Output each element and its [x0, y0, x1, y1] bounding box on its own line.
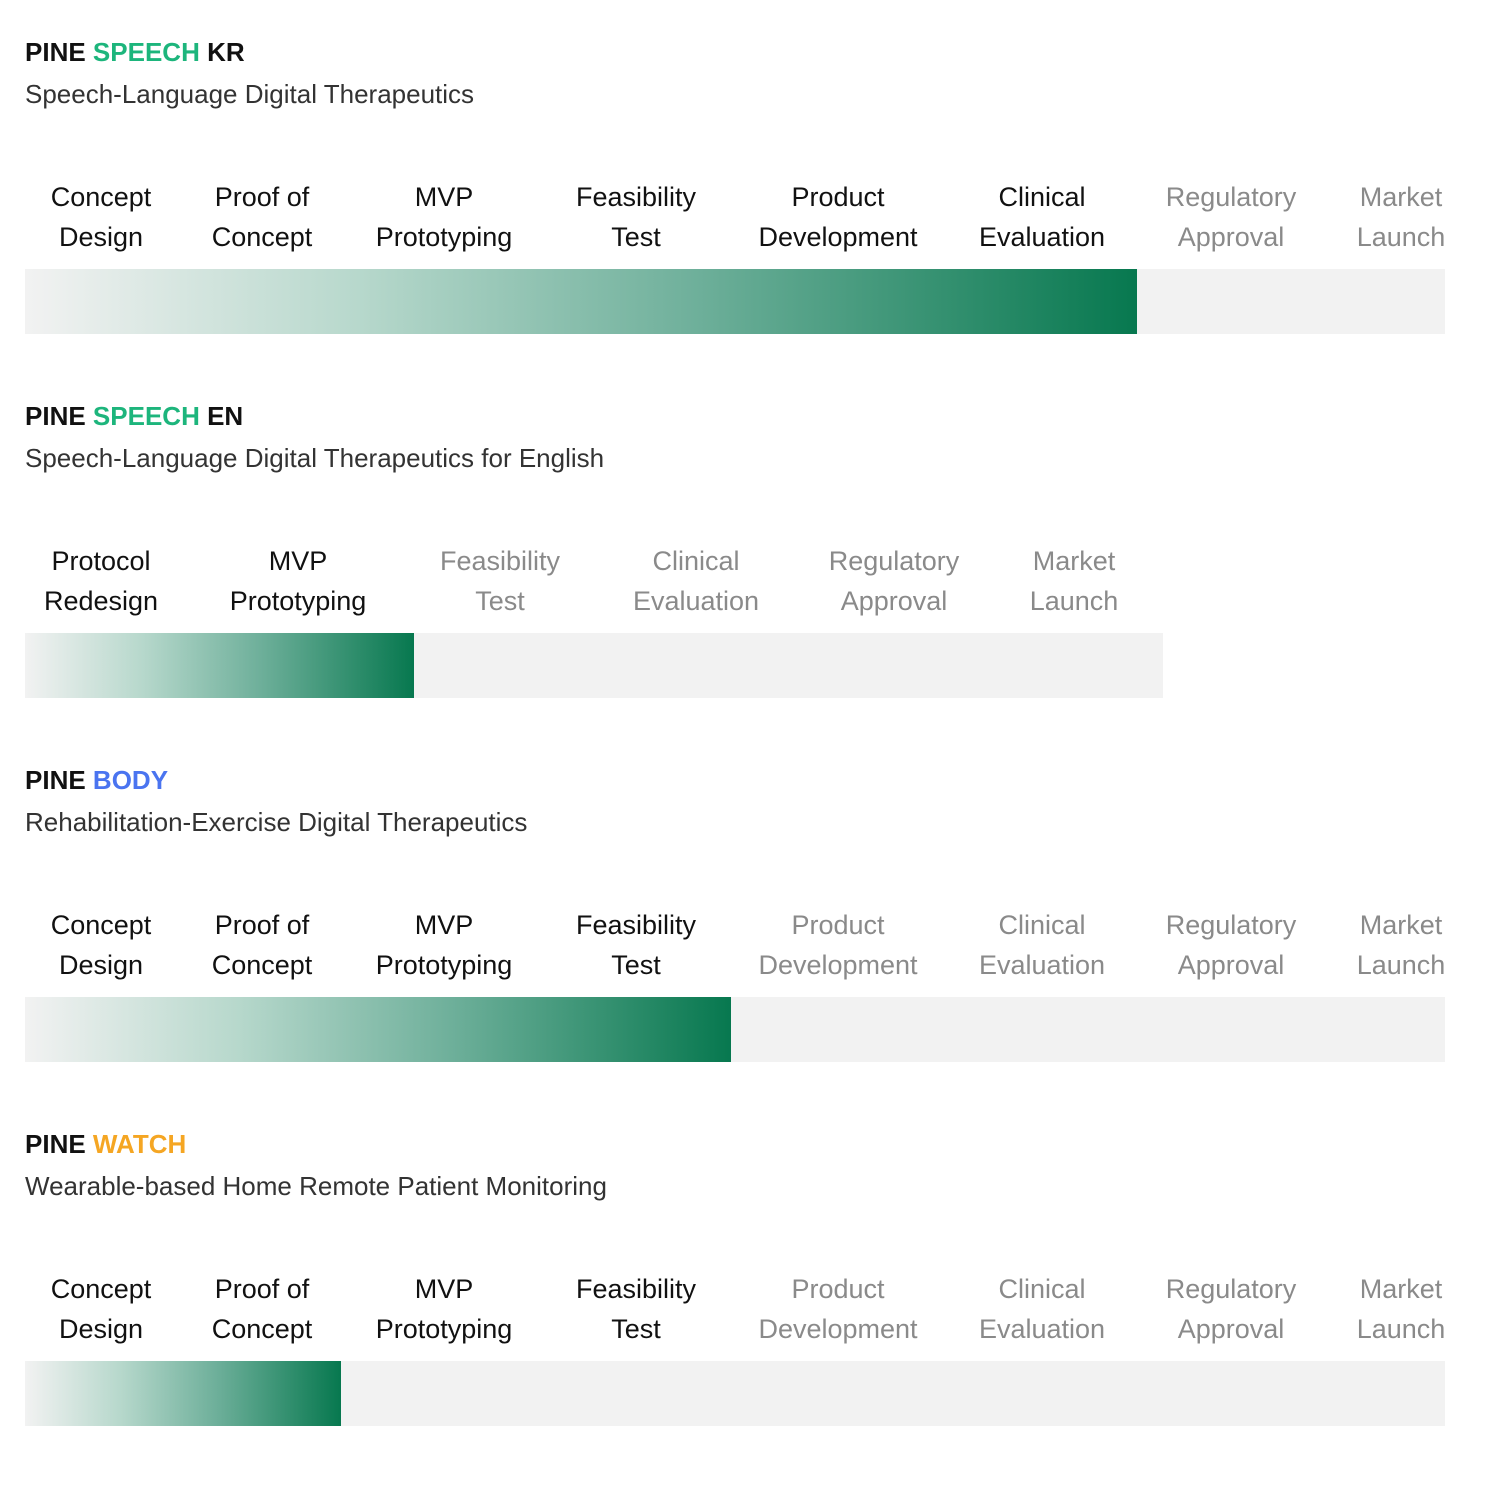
stage-label: Regulatory Approval — [1165, 182, 1297, 252]
product-subtitle: Rehabilitation-Exercise Digital Therapeu… — [25, 807, 528, 837]
stage-label: Clinical Evaluation — [978, 910, 1106, 980]
title-accent: SPEECH — [92, 401, 200, 431]
stage-label: Product Development — [758, 910, 918, 980]
product-title: PINE SPEECH EN — [25, 401, 243, 431]
stage-labels: Protocol Redesign MVP Prototyping Feasibil… — [25, 541, 1163, 631]
stage-label: Clinical Evaluation — [978, 182, 1106, 252]
stage-label: Clinical Evaluation — [632, 546, 760, 616]
title-suffix: KR — [199, 37, 245, 67]
title-prefix: PINE — [25, 765, 93, 795]
progress-track — [25, 269, 1445, 334]
stage-label: Product Development — [758, 182, 918, 252]
stage-label: Proof of Concept — [211, 182, 313, 252]
stage-label: Product Development — [758, 1274, 918, 1344]
stage-label: Clinical Evaluation — [978, 1274, 1106, 1344]
stage-label: Market Launch — [1029, 546, 1119, 616]
progress-fill — [25, 997, 731, 1062]
stage-label: MVP Prototyping — [229, 546, 367, 616]
title-prefix: PINE — [25, 37, 93, 67]
stage-label: MVP Prototyping — [375, 182, 513, 252]
stage-label: Market Launch — [1356, 182, 1446, 252]
product-subtitle: Wearable-based Home Remote Patient Monit… — [25, 1171, 607, 1201]
title-prefix: PINE — [25, 401, 93, 431]
progress-fill — [25, 269, 1137, 334]
product-title: PINE WATCH — [25, 1129, 186, 1159]
stage-label: Market Launch — [1356, 1274, 1446, 1344]
stage-label: Concept Design — [50, 910, 152, 980]
stage-label: Protocol Redesign — [43, 546, 159, 616]
progress-track — [25, 633, 1163, 698]
stage-label: Feasibility Test — [575, 182, 697, 252]
title-accent: BODY — [92, 765, 169, 795]
stage-label: MVP Prototyping — [375, 910, 513, 980]
stage-labels: Concept Design Proof of Concept MVP Prototy… — [25, 177, 1446, 267]
stage-label: Regulatory Approval — [1165, 910, 1297, 980]
title-accent: WATCH — [92, 1129, 187, 1159]
stage-label: Concept Design — [50, 1274, 152, 1344]
title-suffix: EN — [199, 401, 244, 431]
progress-fill — [25, 1361, 341, 1426]
stage-label: Proof of Concept — [211, 1274, 313, 1344]
progress-track — [25, 997, 1445, 1062]
stage-label: MVP Prototyping — [375, 1274, 513, 1344]
progress-track — [25, 1361, 1445, 1426]
stage-label: Regulatory Approval — [828, 546, 960, 616]
stage-labels: Concept Design Proof of Concept MVP Prototy… — [25, 905, 1446, 995]
stage-label: Concept Design — [50, 182, 152, 252]
stage-label: Feasibility Test — [439, 546, 561, 616]
stage-labels: Concept Design Proof of Concept MVP Prototy… — [25, 1269, 1446, 1359]
progress-fill — [25, 633, 414, 698]
stage-label: Regulatory Approval — [1165, 1274, 1297, 1344]
stage-label: Feasibility Test — [575, 1274, 697, 1344]
product-subtitle: Speech-Language Digital Therapeutics for… — [25, 443, 605, 473]
stage-label: Feasibility Test — [575, 910, 697, 980]
title-prefix: PINE — [25, 1129, 93, 1159]
stage-label: Proof of Concept — [211, 910, 313, 980]
product-subtitle: Speech-Language Digital Therapeutics — [25, 79, 475, 109]
product-title: PINE BODY — [25, 765, 168, 795]
title-accent: SPEECH — [92, 37, 200, 67]
stage-label: Market Launch — [1356, 910, 1446, 980]
product-title: PINE SPEECH KR — [25, 37, 245, 67]
